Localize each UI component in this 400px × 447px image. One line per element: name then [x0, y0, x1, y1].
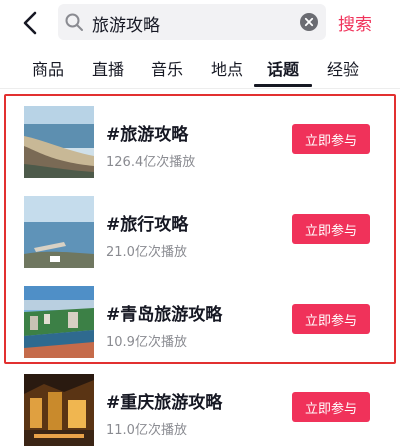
tab-music[interactable]: 音乐 — [151, 56, 183, 80]
tab-products[interactable]: 商品 — [32, 56, 64, 80]
search-icon — [65, 13, 83, 31]
search-results-screen: 旅游攻略 搜索 商品 直播 音乐 地点 话题 经验 #旅游攻略 126.4亿次播… — [0, 0, 400, 447]
tab-experience[interactable]: 经验 — [327, 56, 359, 80]
topic-thumbnail — [24, 374, 94, 446]
clear-icon[interactable] — [300, 13, 318, 31]
tab-topics[interactable]: 话题 — [267, 56, 299, 80]
topic-play-count: 21.0亿次播放 — [106, 245, 187, 260]
topic-thumbnail — [24, 286, 94, 358]
join-button[interactable]: 立即参与 — [292, 304, 370, 334]
topic-row[interactable]: #重庆旅游攻略 11.0亿次播放 立即参与 — [0, 374, 400, 447]
join-button[interactable]: 立即参与 — [292, 392, 370, 422]
active-tab-indicator — [254, 84, 312, 87]
topic-title: #青岛旅游攻略 — [106, 305, 223, 325]
topic-play-count: 10.9亿次播放 — [106, 335, 187, 350]
search-header: 旅游攻略 搜索 — [0, 0, 400, 46]
tab-live[interactable]: 直播 — [92, 56, 124, 80]
search-input[interactable]: 旅游攻略 — [58, 4, 326, 40]
topic-play-count: 126.4亿次播放 — [106, 155, 196, 170]
topic-thumbnail — [24, 106, 94, 178]
tab-places[interactable]: 地点 — [211, 56, 243, 80]
topic-play-count: 11.0亿次播放 — [106, 423, 187, 438]
topic-title: #重庆旅游攻略 — [106, 393, 223, 413]
category-tabs: 商品 直播 音乐 地点 话题 经验 — [0, 48, 400, 86]
topic-row[interactable]: #旅游攻略 126.4亿次播放 立即参与 — [0, 106, 400, 186]
search-query-text[interactable]: 旅游攻略 — [92, 11, 160, 36]
search-button[interactable]: 搜索 — [338, 10, 372, 35]
topic-title: #旅游攻略 — [106, 125, 189, 145]
join-button[interactable]: 立即参与 — [292, 214, 370, 244]
tabs-divider — [0, 88, 400, 89]
topic-thumbnail — [24, 196, 94, 268]
topic-title: #旅行攻略 — [106, 215, 189, 235]
join-button[interactable]: 立即参与 — [292, 124, 370, 154]
back-arrow-icon[interactable] — [16, 8, 46, 38]
topic-row[interactable]: #青岛旅游攻略 10.9亿次播放 立即参与 — [0, 286, 400, 366]
topic-row[interactable]: #旅行攻略 21.0亿次播放 立即参与 — [0, 196, 400, 276]
